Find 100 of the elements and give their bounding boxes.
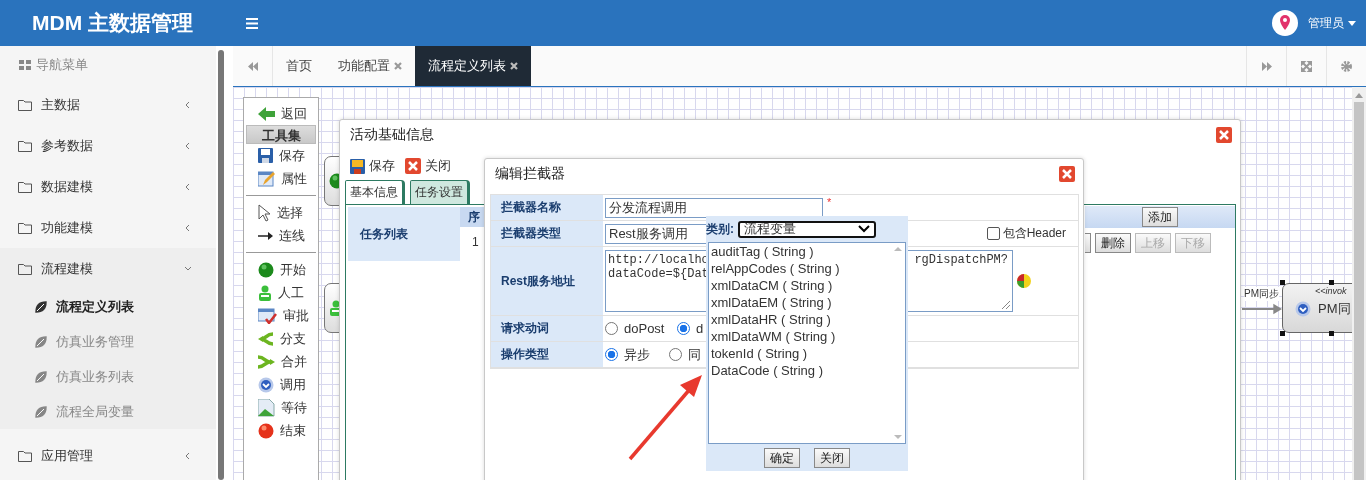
field-label: 操作类型 [491,342,603,367]
split-arrow-icon [258,330,274,347]
folder-icon [18,98,32,111]
user-menu[interactable]: 管理员 [1308,14,1356,32]
list-option[interactable]: DataCode ( String ) [709,362,891,379]
close-button[interactable] [1216,127,1232,143]
edit-form-icon [258,170,275,187]
resize-handle[interactable] [1329,331,1334,336]
folder-icon [18,262,32,275]
tool-item[interactable]: 保存 [244,144,318,167]
tool-item[interactable]: 等待 [244,396,318,419]
node-label: PM同 [1318,300,1351,318]
list-option[interactable]: xmlDataWM ( String ) [709,328,891,345]
menu-item[interactable]: 应用管理 [0,435,216,476]
app-title: MDM 主数据管理 [31,10,194,36]
leaf-icon [35,300,47,313]
field-label: 拦截器类型 [491,221,603,246]
menu-item[interactable]: 流程建模 [0,248,216,289]
pointer-icon [258,203,271,222]
tool-item[interactable]: 开始 [244,258,318,281]
tab[interactable]: 功能配置 [325,46,415,86]
ball-icon [258,261,274,278]
list-option[interactable]: tokenId ( String ) [709,345,891,362]
list-option[interactable]: xmlDataCM ( String ) [709,277,891,294]
close-button[interactable]: 关闭 [405,156,451,176]
chevron-left-icon [184,223,192,232]
radio-button[interactable]: 同 [669,345,701,364]
resize-handle[interactable] [1280,331,1285,336]
tool-item[interactable]: 属性 [244,167,318,190]
tab[interactable]: 流程定义列表 [415,46,531,86]
radio-button[interactable]: d [677,321,704,336]
dialog-button[interactable]: 关闭 [814,448,850,468]
list-option[interactable]: xmlDataEM ( String ) [709,294,891,311]
radio-button[interactable]: doPost [605,321,673,336]
dialog-title: 编辑拦截器 [495,165,565,183]
tool-item[interactable]: 结束 [244,419,318,442]
up-arrow-icon[interactable] [1355,93,1363,98]
category-label: 类别: [706,220,734,238]
scrollbar[interactable] [1352,87,1366,480]
field-label: Rest服务地址 [491,247,603,315]
list-option[interactable]: relAppCodes ( String ) [709,260,891,277]
close-button[interactable] [1059,166,1075,182]
back-tool[interactable]: 返回 [244,102,318,125]
tab[interactable]: 任务设置 [410,180,470,204]
close-icon [405,158,421,174]
folder-icon [18,139,32,152]
chevron-down-icon [858,225,870,233]
leaf-icon [35,405,47,418]
chevron-down-icon [184,264,192,273]
edge-label: PM同步 [1244,287,1279,301]
required-mark: * [827,196,832,208]
folder-icon [18,221,32,234]
menu-item[interactable]: 参考数据 [0,125,216,166]
list-option[interactable]: xmlDataHR ( String ) [709,311,891,328]
field-label: 拦截器名称 [491,195,603,220]
resize-handle[interactable] [1280,280,1285,285]
button-edge[interactable] [1085,233,1091,253]
picture-icon [258,398,275,417]
field-label: 请求动词 [491,316,603,341]
radio-button[interactable]: 异步 [605,345,665,364]
dialog-button[interactable]: 确定 [764,448,800,468]
form-check-icon [258,307,277,324]
download-circle-icon [258,376,274,393]
tool-item[interactable]: 人工 [244,281,318,304]
menu-item[interactable]: 主数据 [0,84,216,125]
tool-item[interactable]: 连线 [244,224,318,247]
tool-item[interactable]: 合并 [244,350,318,373]
submenu-item[interactable]: 流程定义列表 [0,289,216,324]
resize-handle[interactable] [1329,280,1334,285]
tool-item[interactable]: 选择 [244,201,318,224]
action-button[interactable]: 删除 [1095,233,1131,253]
menu-icon[interactable] [246,17,258,29]
up-arrow-icon [894,247,902,251]
tool-item[interactable]: 调用 [244,373,318,396]
tab[interactable]: 基本信息 [345,180,405,204]
scrollbar[interactable] [218,50,224,480]
chevron-left-icon [184,141,192,150]
sidebar-title: 导航菜单 [36,56,88,74]
checkbox[interactable]: 包含Header [986,225,1066,242]
grid-icon [19,60,31,70]
user-avatar-icon [1272,10,1298,36]
add-button[interactable]: 添加 [1142,207,1178,227]
folder-icon [18,180,32,193]
arrow-icon [258,230,273,241]
save-button[interactable]: 保存 [350,156,395,176]
category-select[interactable]: 流程变量 [738,220,876,238]
person-icon [258,284,272,301]
leaf-icon [35,370,47,383]
row-label: 任务列表 [348,207,460,261]
tool-item[interactable]: 分支 [244,327,318,350]
chevron-left-icon [184,451,192,460]
tool-item[interactable]: 审批 [244,304,318,327]
resize-grip-icon [1001,300,1011,310]
connector-arrow [1242,303,1282,315]
menu-item[interactable]: 功能建模 [0,207,216,248]
toolbox-title: 工具集 [246,125,316,144]
color-wheel-icon [1017,274,1031,288]
caret-icon [1348,20,1356,26]
tab[interactable]: 首页 [273,46,325,86]
menu-item[interactable]: 数据建模 [0,166,216,207]
